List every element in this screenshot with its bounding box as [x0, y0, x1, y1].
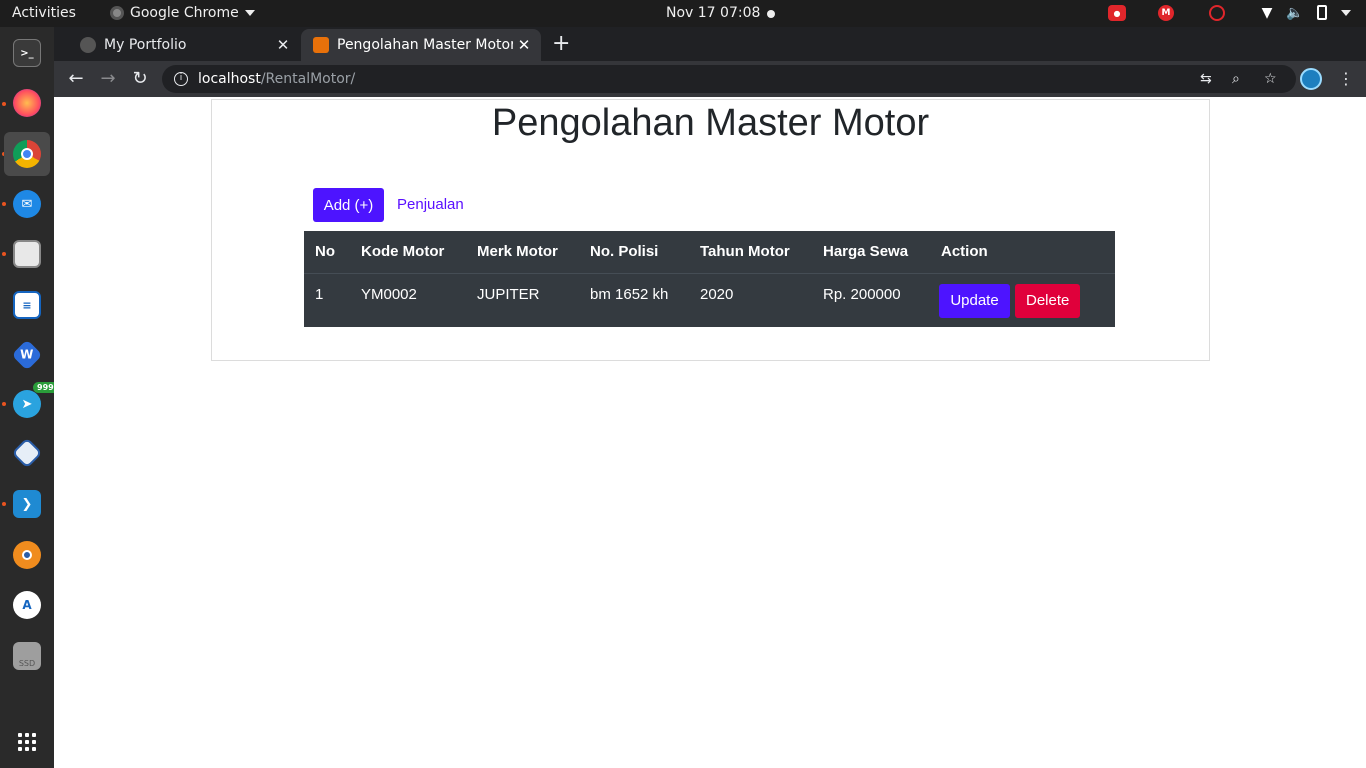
app-icon: A	[13, 591, 41, 619]
header-harga-sewa: Harga Sewa	[812, 231, 930, 274]
new-tab-button[interactable]: +	[552, 33, 570, 55]
site-info-icon[interactable]: i	[174, 72, 188, 86]
close-icon[interactable]: ✕	[513, 36, 535, 54]
cell-tahun-motor: 2020	[700, 285, 734, 303]
table-header-row: No Kode Motor Merk Motor No. Polisi Tahu…	[304, 231, 1115, 274]
show-apps-icon	[18, 733, 36, 751]
dock-thunderbird[interactable]: ✉	[4, 182, 50, 226]
dock-virtualbox[interactable]	[4, 431, 50, 475]
dock-chrome[interactable]	[4, 132, 50, 176]
page-title: Pengolahan Master Motor	[491, 102, 930, 144]
wifi-icon[interactable]: ▼	[1258, 5, 1276, 21]
cell-kode-motor: YM0002	[361, 285, 417, 303]
dock-app[interactable]: A	[4, 583, 50, 627]
ssd-label: SSD	[18, 659, 36, 668]
cell-no: 1	[315, 285, 324, 303]
tab-strip: My Portfolio ✕ Pengolahan Master Motor ✕…	[54, 27, 1366, 61]
cell-merk-motor: JUPITER	[477, 285, 540, 303]
zoom-icon[interactable]: ⌕	[1232, 65, 1240, 93]
chrome-icon	[13, 140, 41, 168]
battery-icon[interactable]	[1317, 5, 1327, 20]
blender-icon	[13, 541, 41, 569]
mail-indicator-icon[interactable]: M	[1158, 5, 1174, 21]
add-button[interactable]: Add (+)	[313, 188, 384, 222]
page-content: Pengolahan Master Motor Add (+) Penjuala…	[54, 97, 1366, 768]
dock-firefox[interactable]	[4, 81, 50, 125]
update-button[interactable]: Update	[939, 283, 1010, 318]
table-row: 1 YM0002 JUPITER bm 1652 kh 2020 Rp. 200…	[304, 273, 1115, 327]
close-icon[interactable]: ✕	[272, 36, 294, 54]
volume-icon[interactable]: 🔈	[1286, 5, 1304, 21]
xampp-icon	[313, 37, 329, 53]
chrome-icon	[110, 6, 124, 20]
system-top-bar: Activities Google Chrome Nov 17 07:08 ● …	[0, 0, 1366, 27]
url-path: /RentalMotor/	[260, 71, 356, 87]
system-menu-chevron-icon[interactable]	[1340, 5, 1352, 21]
content-card: Pengolahan Master Motor Add (+) Penjuala…	[211, 99, 1210, 361]
chevron-down-icon	[244, 10, 255, 16]
show-applications-button[interactable]	[4, 720, 50, 764]
dock-writer[interactable]: ≡	[4, 283, 50, 327]
tab-title: My Portfolio	[104, 37, 187, 53]
globe-icon	[80, 37, 96, 53]
bookmark-star-icon[interactable]: ☆	[1264, 65, 1277, 93]
header-no: No	[304, 231, 350, 274]
forward-arrow-icon[interactable]: →	[96, 67, 120, 91]
url-host: localhost	[198, 71, 261, 87]
terminal-icon: >_	[13, 39, 41, 67]
files-icon	[13, 240, 41, 268]
tab-title: Pengolahan Master Motor	[337, 37, 513, 53]
dock-blender[interactable]	[4, 533, 50, 577]
header-tahun-motor: Tahun Motor	[689, 231, 812, 274]
tab-pengolahan-master-motor[interactable]: Pengolahan Master Motor ✕	[301, 29, 541, 61]
wps-icon: W	[11, 339, 43, 371]
dock-terminal[interactable]: >_	[4, 31, 50, 75]
browser-toolbar: ← → ↻ i localhost/RentalMotor/ ⇆ ⌕ ☆ ⋮	[54, 61, 1366, 97]
delete-button[interactable]: Delete	[1015, 283, 1081, 318]
virtualbox-icon	[11, 437, 43, 469]
app-menu-label: Google Chrome	[130, 5, 239, 21]
vscode-icon: ❯	[13, 490, 41, 518]
dock-ssd[interactable]: SSD	[4, 634, 50, 678]
firefox-icon	[13, 89, 41, 117]
translate-icon[interactable]: ⇆	[1200, 65, 1212, 93]
dock-telegram[interactable]: ➤ 9999	[4, 382, 64, 426]
libreoffice-writer-icon: ≡	[13, 291, 41, 319]
app-menu[interactable]: Google Chrome	[110, 5, 255, 21]
tab-my-portfolio[interactable]: My Portfolio ✕	[68, 29, 300, 61]
motor-table: No Kode Motor Merk Motor No. Polisi Tahu…	[304, 231, 1115, 327]
back-arrow-icon[interactable]: ←	[64, 67, 88, 91]
reload-icon[interactable]: ↻	[128, 67, 152, 91]
thunderbird-icon: ✉	[13, 190, 41, 218]
profile-avatar[interactable]	[1300, 68, 1322, 90]
header-no-polisi: No. Polisi	[579, 231, 689, 274]
notification-dot-icon	[767, 10, 775, 18]
screen-recorder-icon[interactable]: ●	[1108, 5, 1126, 21]
cell-harga-sewa: Rp. 200000	[823, 285, 901, 303]
dock-wps[interactable]: W	[4, 333, 50, 377]
alarm-clock-icon[interactable]	[1209, 5, 1225, 21]
dock-files[interactable]	[4, 232, 50, 276]
address-bar[interactable]: i localhost/RentalMotor/ ⇆ ⌕ ☆	[162, 65, 1296, 93]
cell-action: Update Delete	[930, 273, 1115, 327]
clock[interactable]: Nov 17 07:08	[666, 5, 760, 21]
header-action: Action	[930, 231, 1115, 274]
more-menu-icon[interactable]: ⋮	[1338, 67, 1354, 91]
dock: >_ ✉ ≡ W ➤ 9999 ❯ A SSD	[0, 27, 64, 768]
header-merk-motor: Merk Motor	[466, 231, 579, 274]
dock-vscode[interactable]: ❯	[4, 482, 50, 526]
penjualan-link[interactable]: Penjualan	[397, 196, 464, 213]
header-kode-motor: Kode Motor	[350, 231, 466, 274]
cell-no-polisi: bm 1652 kh	[590, 285, 669, 303]
ssd-drive-icon: SSD	[13, 642, 41, 670]
telegram-icon: ➤ 9999	[13, 382, 64, 418]
activities-button[interactable]: Activities	[12, 5, 76, 21]
